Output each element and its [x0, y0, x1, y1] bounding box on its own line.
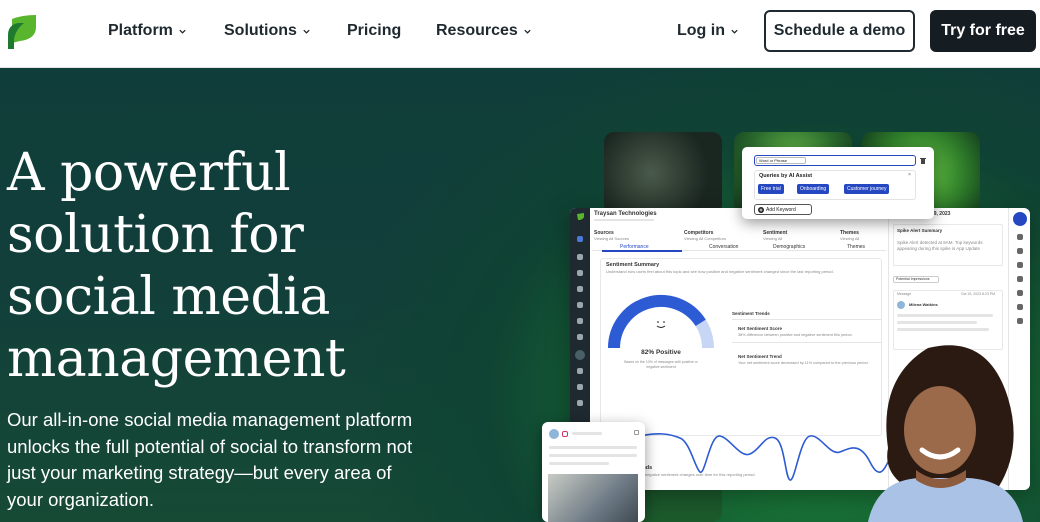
nav-login-label: Log in [677, 22, 725, 39]
chevron-down-icon [524, 29, 531, 34]
nav-pricing[interactable]: Pricing [347, 20, 401, 42]
hero-description: Our all-in-one social media management p… [7, 409, 413, 510]
add-keyword-button[interactable]: Add Keyword [754, 204, 812, 215]
query-chip[interactable]: Free trial [758, 184, 784, 194]
query-chip[interactable]: Customer journey [844, 184, 890, 194]
sentiment-summary-title: Sentiment Summary [606, 262, 660, 268]
nav-pricing-label: Pricing [347, 22, 402, 39]
nav-solutions-label: Solutions [224, 22, 297, 39]
nav-resources[interactable]: Resources [436, 20, 532, 42]
company-name: Traysan Technologies [594, 211, 657, 217]
nav-platform[interactable]: Platform [108, 20, 187, 42]
query-chip[interactable]: Onboarding [797, 184, 830, 194]
nav-solutions[interactable]: Solutions [224, 20, 311, 42]
chevron-down-icon [179, 29, 186, 34]
queries-title: Queries by AI Assist [759, 173, 813, 179]
social-post-card [542, 422, 645, 522]
sprout-logo-icon[interactable] [6, 13, 38, 49]
chevron-down-icon [731, 29, 738, 34]
tab-demographics[interactable]: Demographics [773, 244, 805, 250]
try-free-button[interactable]: Try for free [930, 10, 1036, 52]
woman-photo [868, 345, 1023, 522]
post-image [548, 474, 638, 522]
query-type-select[interactable]: Word or Phrase [756, 157, 806, 164]
tab-conversation[interactable]: Conversation [709, 244, 738, 250]
tab-themes[interactable]: Themes [847, 244, 865, 250]
nav-platform-label: Platform [108, 22, 173, 39]
top-nav: Platform Solutions Pricing Resources Log… [0, 0, 1040, 68]
sprout-logo-icon [577, 213, 584, 220]
plus-icon [758, 206, 764, 213]
avatar [549, 429, 559, 439]
hero-title: A powerful solution for social media man… [7, 143, 346, 389]
queries-popup: Word or Phrase Queries by AI Assist × Fr… [742, 147, 934, 219]
hero-section: A powerful solution for social media man… [0, 68, 1040, 522]
collage-photo [604, 132, 722, 214]
trash-icon[interactable] [920, 157, 926, 164]
close-icon[interactable]: × [908, 172, 911, 178]
gauge-value: 82% Positive [641, 349, 681, 356]
chevron-down-icon [303, 29, 310, 34]
nav-login[interactable]: Log in [677, 20, 739, 42]
schedule-demo-button[interactable]: Schedule a demo [764, 10, 915, 52]
instagram-icon [562, 431, 568, 437]
nav-resources-label: Resources [436, 22, 518, 39]
sentiment-gauge [608, 295, 714, 349]
